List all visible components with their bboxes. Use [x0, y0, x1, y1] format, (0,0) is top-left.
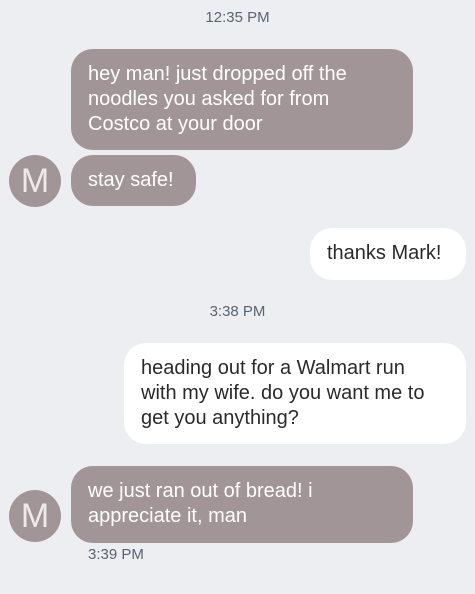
message-bubble-outgoing[interactable]: thanks Mark!: [310, 228, 466, 280]
timestamp: 3:38 PM: [209, 303, 266, 320]
message-bubble-outgoing[interactable]: heading out for a Walmart run with my wi…: [124, 343, 466, 444]
timestamp: 12:35 PM: [205, 9, 270, 26]
message-bubble-incoming[interactable]: hey man! just dropped off the noodles yo…: [71, 49, 413, 150]
contact-avatar[interactable]: M: [9, 155, 61, 207]
message-bubble-incoming[interactable]: stay safe!: [71, 155, 196, 206]
message-bubble-incoming[interactable]: we just ran out of bread! i appreciate i…: [71, 466, 413, 543]
contact-avatar[interactable]: M: [9, 490, 61, 542]
message-timestamp: 3:39 PM: [88, 546, 144, 563]
